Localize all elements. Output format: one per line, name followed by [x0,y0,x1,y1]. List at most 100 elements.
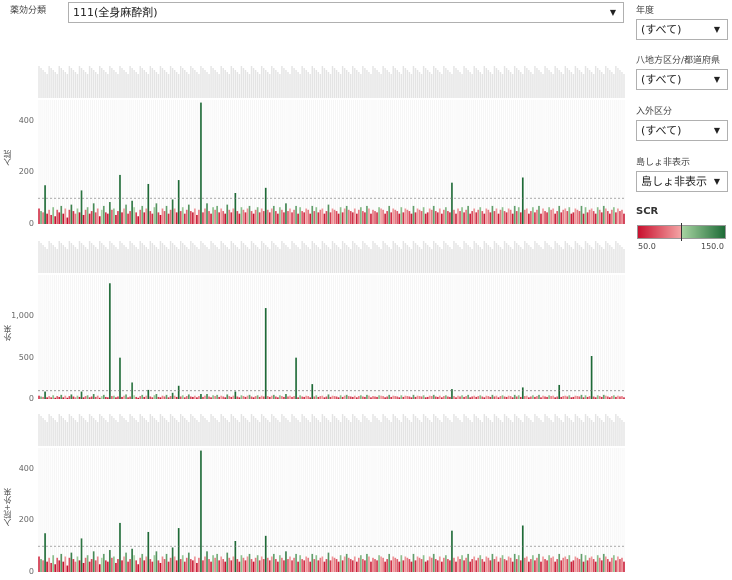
bar[interactable] [426,560,429,572]
bar[interactable] [135,560,137,572]
bar[interactable] [175,396,178,399]
bar[interactable] [339,395,342,399]
bar[interactable] [289,556,291,573]
bar[interactable] [283,212,285,224]
bar[interactable] [285,394,287,399]
bar[interactable] [270,208,273,225]
bar[interactable] [584,395,587,399]
bar[interactable] [380,395,382,399]
bar[interactable] [252,397,255,399]
bar[interactable] [343,395,346,399]
bar[interactable] [495,556,498,573]
bar[interactable] [153,207,156,224]
bar[interactable] [441,213,443,224]
bar[interactable] [198,209,200,224]
bar[interactable] [129,211,131,224]
bar[interactable] [258,396,261,399]
bar[interactable] [602,394,605,399]
bar[interactable] [398,213,401,224]
bar[interactable] [315,395,318,399]
bar[interactable] [266,209,269,224]
bar[interactable] [46,213,48,224]
bar[interactable] [469,397,471,399]
bar[interactable] [341,396,344,399]
bar[interactable] [509,209,512,224]
bar[interactable] [432,553,435,572]
bar[interactable] [117,396,119,399]
bar[interactable] [443,209,445,224]
bar[interactable] [473,395,476,399]
bar[interactable] [436,560,439,572]
bar[interactable] [538,394,540,399]
bar[interactable] [617,395,619,399]
bar[interactable] [501,555,504,572]
bar[interactable] [598,557,601,572]
bar[interactable] [515,211,518,224]
bar[interactable] [471,559,473,572]
bar[interactable] [268,396,271,399]
bar[interactable] [109,283,111,399]
bar[interactable] [143,212,146,224]
bar[interactable] [457,208,459,225]
bar[interactable] [102,205,105,224]
bar[interactable] [109,202,111,224]
bar[interactable] [270,395,273,399]
bar[interactable] [149,559,152,572]
bar[interactable] [521,177,524,225]
bar[interactable] [151,213,154,224]
bar[interactable] [586,212,589,224]
bar[interactable] [88,213,91,224]
bar[interactable] [430,209,433,224]
bar[interactable] [548,555,550,572]
bar[interactable] [443,557,445,572]
bar[interactable] [230,396,233,399]
bar[interactable] [530,211,532,224]
bar[interactable] [428,208,431,225]
bar[interactable] [621,209,623,224]
bar[interactable] [459,211,461,224]
bar[interactable] [155,394,158,399]
bar[interactable] [588,557,591,572]
bar[interactable] [218,560,220,572]
bar[interactable] [196,562,198,572]
bar[interactable] [194,208,196,225]
bar[interactable] [424,213,427,224]
bar[interactable] [44,391,46,399]
bar[interactable] [147,389,150,399]
bar[interactable] [384,397,386,399]
bar[interactable] [145,395,148,399]
bar[interactable] [260,395,263,399]
bar[interactable] [200,102,202,224]
bar[interactable] [169,396,172,399]
bar[interactable] [526,395,528,399]
bar[interactable] [483,213,486,224]
bar[interactable] [153,555,156,572]
bar[interactable] [341,560,344,572]
bar[interactable] [497,213,500,224]
bar[interactable] [333,557,336,572]
bar[interactable] [396,559,399,572]
bar[interactable] [113,395,115,399]
bar[interactable] [147,183,150,224]
bar[interactable] [281,396,283,399]
bar[interactable] [602,553,605,572]
bar[interactable] [570,213,573,224]
bar[interactable] [418,557,421,572]
bar[interactable] [469,561,471,572]
bar[interactable] [497,561,500,572]
bar[interactable] [590,208,593,225]
bar[interactable] [343,208,346,225]
bar[interactable] [434,559,437,572]
bar[interactable] [92,551,95,572]
bar[interactable] [273,205,275,224]
bar[interactable] [141,394,144,399]
bar[interactable] [491,553,494,572]
bar[interactable] [54,397,57,399]
bar[interactable] [380,556,382,573]
bar[interactable] [303,212,305,224]
bar[interactable] [499,209,502,224]
bar[interactable] [611,557,613,572]
bar[interactable] [523,396,526,399]
bar[interactable] [349,559,352,572]
bar[interactable] [123,208,125,225]
